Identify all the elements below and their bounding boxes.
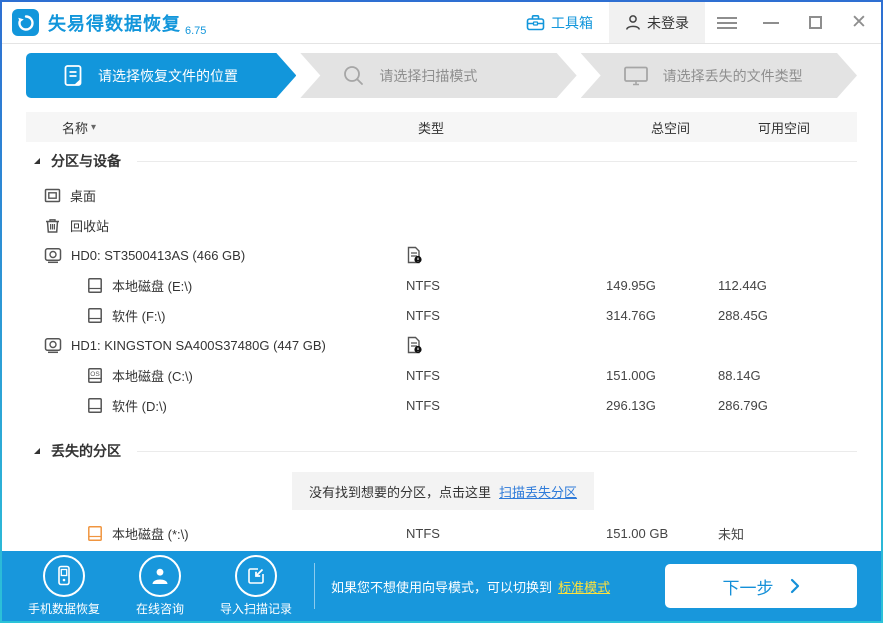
file-info-icon [406,246,606,265]
expanded-triangle-icon [33,447,41,455]
step-label: 请选择扫描模式 [379,66,477,86]
magnifier-icon [342,64,365,87]
standard-mode-link[interactable]: 标准模式 [558,577,610,596]
lost-partition-icon [87,525,103,542]
drive-list: 名称 ▾ 类型 总空间 可用空间 分区与设备 [26,98,857,551]
maximize-button[interactable] [793,2,837,43]
title-bar: 失易得数据恢复 6.75 工具箱 [2,2,881,44]
chevron-right-icon [790,578,800,594]
step-file-types[interactable]: 请选择丢失的文件类型 [581,53,857,98]
file-info-icon [406,336,606,355]
toolbox-label: 工具箱 [551,13,593,33]
monitor-icon [623,65,649,87]
import-icon [235,555,277,597]
wizard-steps: 请选择恢复文件的位置 请选择扫描模式 请选择丢失 [26,53,857,98]
section-label: 丢失的分区 [51,441,121,461]
minimize-button[interactable] [749,2,793,43]
partition-icon [87,397,103,414]
login-label: 未登录 [647,13,689,33]
row-recycle-bin[interactable]: 回收站 [26,210,857,240]
row-hd1[interactable]: HD1: KINGSTON SA400S37480G (447 GB) [26,330,857,360]
scan-lost-partitions-link[interactable]: 扫描丢失分区 [499,482,577,501]
step-select-location[interactable]: 请选择恢复文件的位置 [26,53,296,98]
column-header-total[interactable]: 总空间 [606,118,718,137]
sort-descending-icon: ▾ [91,122,96,133]
row-lost-partition[interactable]: 本地磁盘 (*:\) NTFS 151.00 GB 未知 [26,518,857,548]
os-partition-icon: OS [87,367,103,384]
lost-partition-notice-row: 没有找到想要的分区，点击这里 扫描丢失分区 [26,470,857,512]
step-label: 请选择恢复文件的位置 [98,66,238,86]
footer-bar: 手机数据恢复 在线咨询 [2,551,881,621]
phone-icon [43,555,85,597]
row-label: HD1: KINGSTON SA400S37480G (447 GB) [71,338,326,353]
app-title: 失易得数据恢复 [48,10,181,36]
user-icon [625,14,641,31]
row-partition-e[interactable]: 本地磁盘 (E:\) NTFS 149.95G 112.44G [26,270,857,300]
toolbox-icon [526,14,545,31]
minimize-icon [763,22,779,24]
step-label: 请选择丢失的文件类型 [663,66,803,86]
close-button[interactable]: ✕ [837,2,881,43]
action-label: 在线咨询 [136,600,184,617]
partition-icon [87,277,103,294]
close-icon: ✕ [851,13,867,32]
row-label: 本地磁盘 (*:\) [112,524,189,543]
column-header-type[interactable]: 类型 [406,118,606,137]
consultant-icon [139,555,181,597]
row-partition-f[interactable]: 软件 (F:\) NTFS 314.76G 288.45G [26,300,857,330]
row-hd0[interactable]: HD0: ST3500413AS (466 GB) [26,240,857,270]
row-label: 本地磁盘 (C:\) [112,366,193,385]
row-desktop[interactable]: 桌面 [26,180,857,210]
row-label: HD0: ST3500413AS (466 GB) [71,248,245,263]
mode-hint-text: 如果您不想使用向导模式，可以切换到 [331,577,552,596]
row-label: 本地磁盘 (E:\) [112,276,192,295]
partition-icon [87,307,103,324]
svg-text:OS: OS [90,371,100,378]
section-label: 分区与设备 [51,151,121,171]
app-logo-icon [12,9,39,36]
hard-drive-icon [44,247,62,264]
import-scan-record-button[interactable]: 导入扫描记录 [220,555,292,617]
row-label: 软件 (D:\) [112,396,167,415]
action-label: 导入扫描记录 [220,600,292,617]
column-header-free[interactable]: 可用空间 [718,118,857,137]
row-partition-c[interactable]: OS 本地磁盘 (C:\) NTFS 151.00G 88.14G [26,360,857,390]
login-button[interactable]: 未登录 [609,2,705,43]
row-partition-d[interactable]: 软件 (D:\) NTFS 296.13G 286.79G [26,390,857,420]
row-label: 回收站 [70,216,109,235]
recycle-bin-icon [44,217,61,234]
lost-partition-notice: 没有找到想要的分区，点击这里 扫描丢失分区 [292,472,594,510]
footer-divider [314,563,315,609]
hard-drive-icon [44,337,62,354]
toolbox-button[interactable]: 工具箱 [510,2,609,43]
table-header: 名称 ▾ 类型 总空间 可用空间 [26,112,857,142]
document-edit-icon [62,64,84,88]
section-divider [137,161,857,162]
desktop-icon [44,187,61,204]
hamburger-icon [717,14,737,32]
notice-text: 没有找到想要的分区，点击这里 [309,482,491,501]
phone-recovery-button[interactable]: 手机数据恢复 [28,555,100,617]
next-step-button[interactable]: 下一步 [665,564,857,608]
section-lost-partitions[interactable]: 丢失的分区 [26,432,857,470]
online-consult-button[interactable]: 在线咨询 [136,555,184,617]
step-scan-mode[interactable]: 请选择扫描模式 [300,53,576,98]
app-window: 失易得数据恢复 6.75 工具箱 [0,0,883,623]
section-partitions-devices[interactable]: 分区与设备 [26,142,857,180]
maximize-icon [809,16,822,29]
next-step-label: 下一步 [723,574,774,599]
section-divider [137,451,857,452]
app-version: 6.75 [185,25,206,43]
row-label: 软件 (F:\) [112,306,165,325]
expanded-triangle-icon [33,157,41,165]
row-label: 桌面 [70,186,96,205]
column-header-name[interactable]: 名称 ▾ [26,118,406,137]
action-label: 手机数据恢复 [28,600,100,617]
menu-button[interactable] [705,2,749,43]
